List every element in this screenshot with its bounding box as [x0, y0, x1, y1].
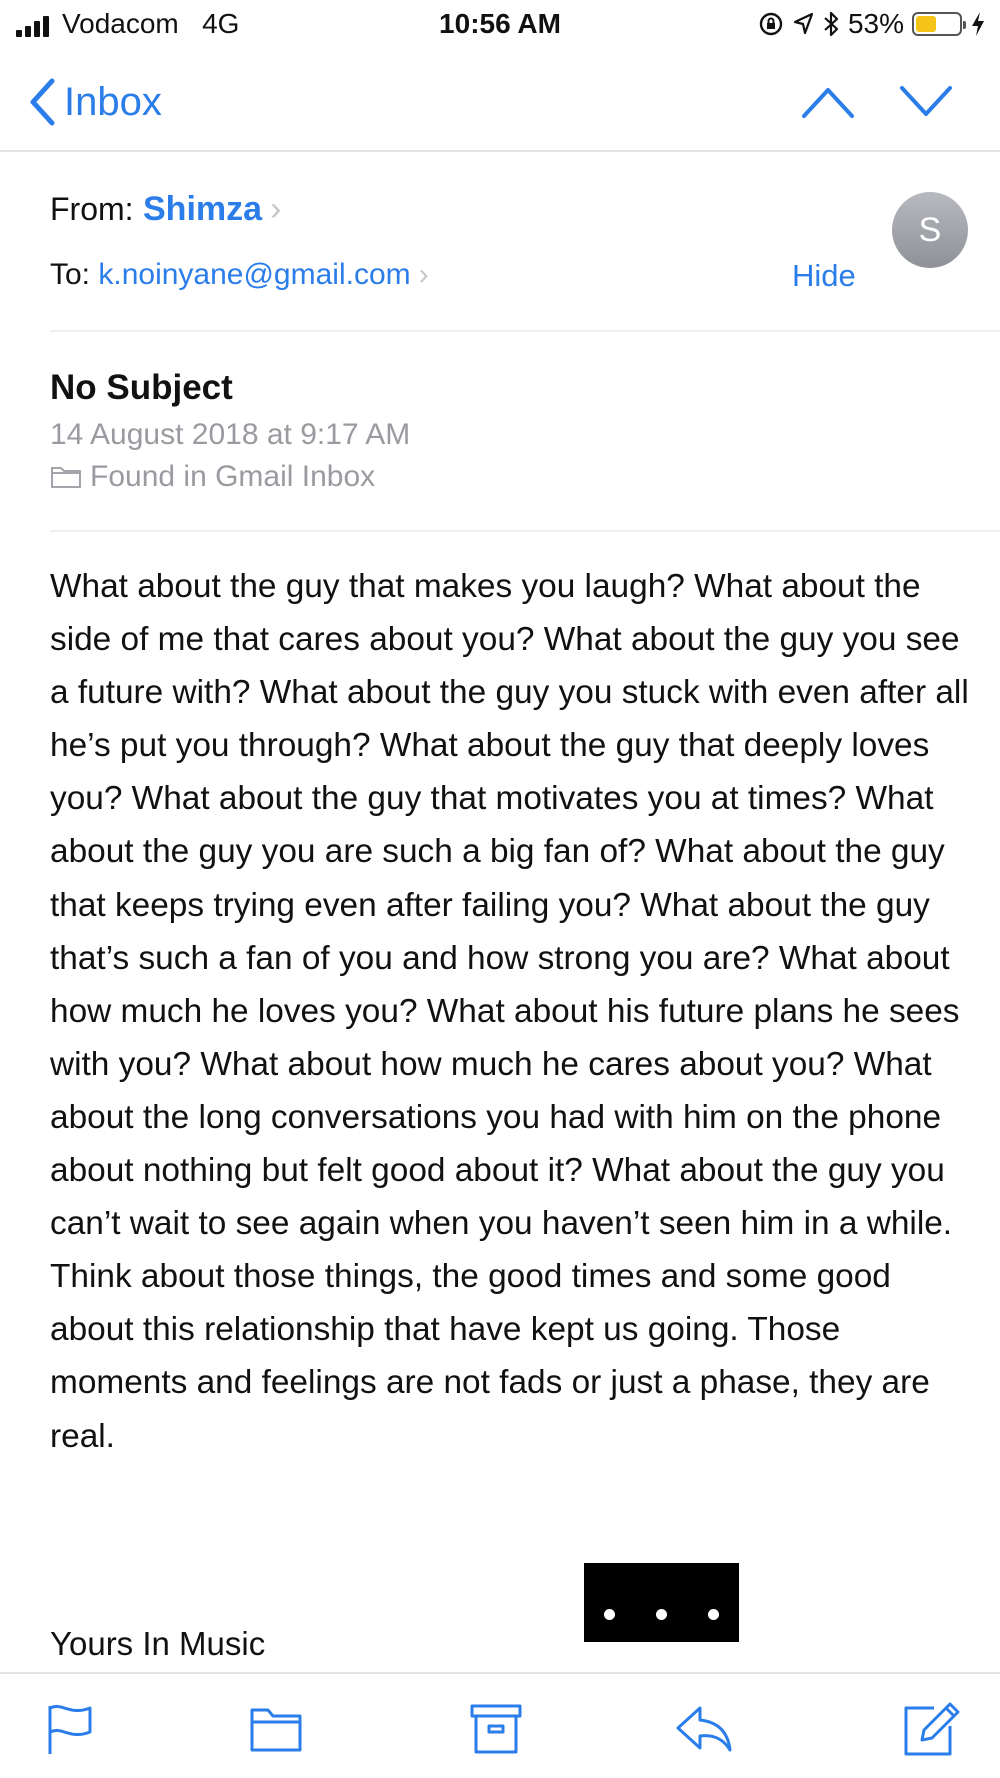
battery-percent: 53% [847, 8, 904, 39]
divider [50, 330, 1000, 332]
status-bar: Vodacom 4G 10:56 AM 53% [0, 0, 1000, 50]
compose-icon[interactable] [900, 1698, 960, 1758]
bluetooth-icon [824, 11, 839, 37]
recipient-address[interactable]: k.noinyane@gmail.com [98, 258, 410, 291]
reply-icon[interactable] [674, 1698, 734, 1758]
sender-name[interactable]: Shimza [143, 190, 262, 228]
email-date: 14 August 2018 at 9:17 AM [50, 418, 411, 451]
folder-icon [51, 467, 81, 488]
charging-icon [972, 12, 984, 36]
avatar[interactable]: S [892, 192, 968, 268]
flag-icon[interactable] [40, 1698, 100, 1758]
from-row: From: Shimza › [50, 190, 281, 229]
email-signature: Yours In Music [50, 1625, 266, 1662]
folder-icon[interactable] [246, 1698, 306, 1758]
status-right: 53% [758, 8, 986, 40]
chevron-left-icon [30, 78, 55, 126]
location-icon [793, 12, 814, 35]
mailbox-info: Found in Gmail Inbox [50, 460, 375, 494]
navigation-bar: Inbox [0, 52, 1000, 152]
chevron-right-icon: › [270, 190, 282, 228]
email-subject: No Subject [50, 368, 233, 407]
to-label: To: [50, 258, 91, 291]
back-label: Inbox [64, 79, 162, 124]
divider [50, 530, 1000, 532]
from-label: From: [50, 191, 134, 227]
orientation-lock-icon [759, 12, 783, 36]
chevron-right-icon: › [418, 258, 429, 291]
chevron-up-icon[interactable] [800, 82, 856, 122]
battery-icon [912, 12, 966, 36]
back-button[interactable]: Inbox [28, 78, 162, 126]
archive-icon[interactable] [466, 1698, 526, 1758]
redaction-box [584, 1563, 739, 1642]
bottom-toolbar [0, 1672, 1000, 1778]
chevron-down-icon[interactable] [898, 82, 954, 122]
to-row: To: k.noinyane@gmail.com › [50, 258, 429, 292]
hide-details-button[interactable]: Hide [792, 258, 856, 294]
mailbox-label: Found in Gmail Inbox [90, 460, 376, 493]
email-body: What about the guy that makes you laugh?… [50, 568, 969, 1455]
battery-level [916, 16, 937, 32]
